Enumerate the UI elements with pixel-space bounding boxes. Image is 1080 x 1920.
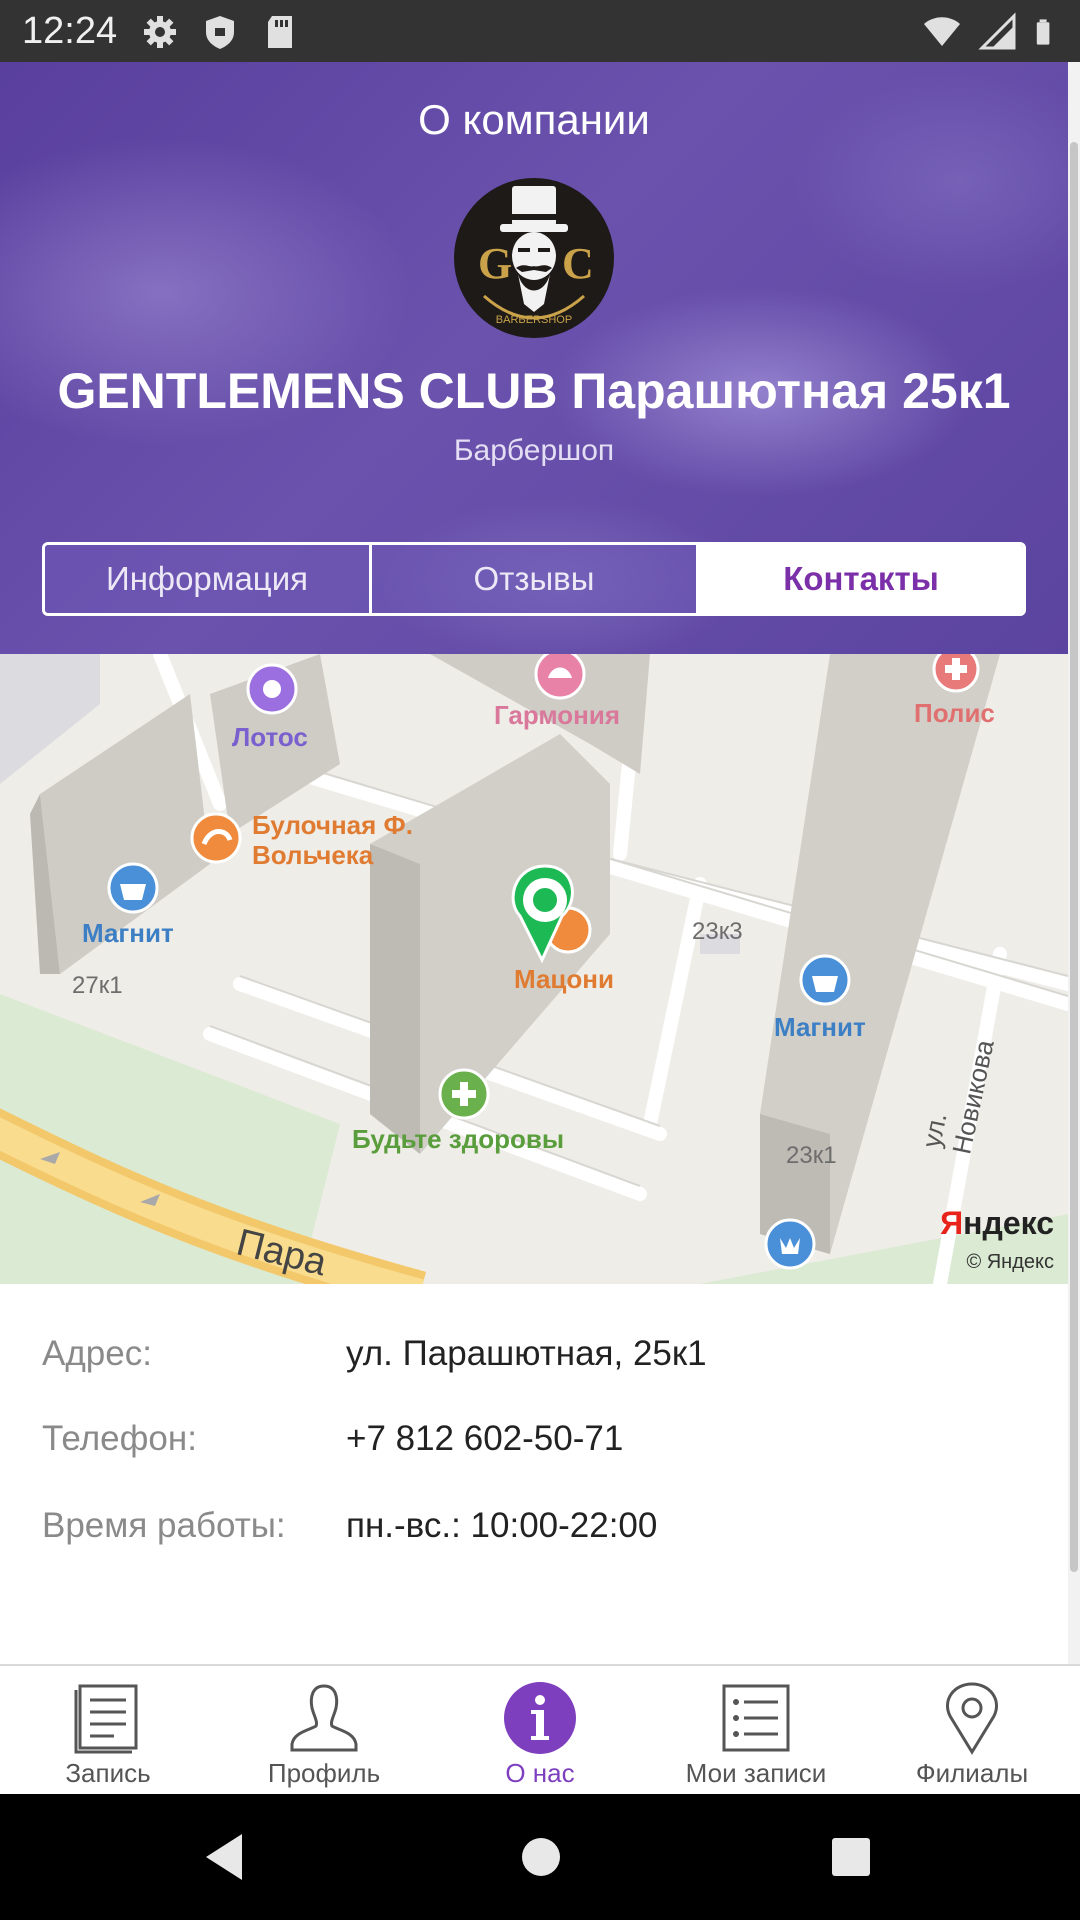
scrollbar[interactable] (1068, 62, 1080, 1664)
phone-row: Телефон: +7 812 602-50-71 (42, 1419, 623, 1459)
poi-garmonia-icon[interactable] (534, 654, 586, 700)
company-header: О компании G C BARBERSHOP GENTLEMENS CLU… (0, 62, 1068, 654)
list-icon (722, 1684, 790, 1752)
yandex-logo-rest: ндекс (963, 1205, 1054, 1241)
poi-label-matsoni: Мацони (514, 964, 614, 994)
poi-pharmacy-icon[interactable] (438, 1068, 490, 1120)
poi-lotos-icon[interactable] (246, 663, 298, 715)
poi-tulip-icon[interactable] (764, 1218, 816, 1270)
gear-icon (144, 16, 176, 48)
location-pin-icon (946, 1682, 998, 1755)
nav-label-profile: Профиль (267, 1758, 381, 1788)
document-icon (74, 1684, 138, 1754)
recents-icon[interactable] (830, 1830, 872, 1884)
sd-card-icon (268, 16, 292, 48)
person-icon (290, 1684, 358, 1752)
barbershop-logo-icon: G C BARBERSHOP (456, 180, 612, 336)
nav-label-my-bookings: Мои записи (685, 1758, 827, 1788)
status-bar: 12:24 (0, 0, 1080, 62)
info-icon (504, 1682, 576, 1754)
hours-label: Время работы: (42, 1506, 286, 1545)
house-number-27k1: 27к1 (72, 972, 123, 999)
system-navigation-bar (0, 1794, 1080, 1920)
yandex-map[interactable]: Лотос Гармония Полис Булочная Ф. Вольчек… (0, 654, 1068, 1284)
yandex-logo: Яндекс (940, 1205, 1054, 1242)
nav-label-about: О нас (505, 1758, 575, 1788)
logo-caption: BARBERSHOP (496, 314, 572, 326)
nav-item-profile[interactable]: Профиль (216, 1666, 432, 1794)
poi-bakery-icon[interactable] (190, 812, 242, 864)
phone-value[interactable]: +7 812 602-50-71 (346, 1419, 623, 1459)
tab-reviews[interactable]: Отзывы (369, 545, 696, 613)
yandex-logo-first-letter: Я (940, 1205, 964, 1241)
nav-item-booking[interactable]: Запись (0, 1666, 216, 1794)
shield-icon (206, 16, 234, 49)
poi-magnit-1-icon[interactable] (107, 862, 159, 914)
address-row: Адрес: ул. Парашютная, 25к1 (42, 1334, 707, 1374)
wifi-icon (924, 17, 960, 46)
hours-row: Время работы: пн.-вс.: 10:00-22:00 (42, 1506, 657, 1546)
poi-label-lotos: Лотос (232, 722, 308, 752)
tab-info[interactable]: Информация (45, 545, 369, 613)
yandex-copyright[interactable]: © Яндекс (966, 1251, 1054, 1274)
home-icon[interactable] (520, 1830, 562, 1884)
back-icon[interactable] (200, 1830, 250, 1884)
poi-label-pharmacy: Будьте здоровы (352, 1124, 565, 1154)
nav-label-branches: Филиалы (915, 1758, 1029, 1788)
scrollbar-thumb[interactable] (1070, 142, 1078, 1572)
house-number-23k1: 23к1 (786, 1142, 837, 1169)
logo-letter-c: C (562, 239, 594, 288)
poi-label-garmonia: Гармония (494, 700, 621, 730)
tab-contacts[interactable]: Контакты (696, 545, 1023, 613)
poi-label-bakery: Булочная Ф. Вольчека (252, 810, 413, 870)
bottom-navigation: Запись Профиль О нас Мои записи Филиалы (0, 1664, 1080, 1794)
nav-item-about[interactable]: О нас (432, 1666, 648, 1794)
nav-item-my-bookings[interactable]: Мои записи (648, 1666, 864, 1794)
poi-magnit-2-icon[interactable] (799, 954, 851, 1006)
poi-label-magnit-2: Магнит (774, 1012, 866, 1042)
address-label: Адрес: (42, 1334, 152, 1373)
poi-label-polis: Полис (914, 698, 995, 728)
page-title: О компании (418, 96, 650, 143)
address-value[interactable]: ул. Парашютная, 25к1 (346, 1334, 707, 1374)
house-number-23k3: 23к3 (692, 918, 743, 945)
section-tabs: Информация Отзывы Контакты (42, 542, 1026, 616)
nav-item-branches[interactable]: Филиалы (864, 1666, 1080, 1794)
status-time: 12:24 (22, 10, 118, 52)
logo-letter-g: G (478, 239, 512, 288)
poi-polis-icon[interactable] (932, 654, 980, 693)
company-name: GENTLEMENS CLUB Парашютная 25к1 (57, 363, 1011, 419)
company-logo: G C BARBERSHOP (454, 178, 614, 338)
battery-icon (1036, 19, 1050, 45)
hours-value: пн.-вс.: 10:00-22:00 (346, 1506, 658, 1545)
nav-label-booking: Запись (65, 1758, 151, 1788)
phone-label: Телефон: (42, 1419, 197, 1458)
poi-label-magnit-1: Магнит (82, 918, 174, 948)
company-type: Барбершоп (453, 434, 615, 467)
cell-signal-icon (978, 12, 1016, 50)
contact-info: Адрес: ул. Парашютная, 25к1 Телефон: +7 … (0, 1284, 1068, 1664)
